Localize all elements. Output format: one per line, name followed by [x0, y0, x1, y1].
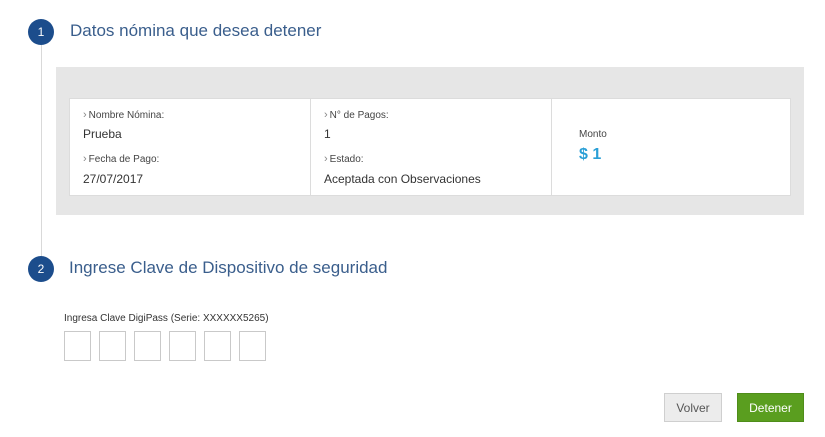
- nombre-nomina-value: Prueba: [83, 127, 122, 141]
- summary-column-name-date: › Nombre Nómina: Prueba › Fecha de Pago:…: [70, 99, 311, 195]
- chevron-right-icon: ›: [324, 153, 328, 165]
- digipass-digit-4[interactable]: [169, 331, 196, 361]
- chevron-right-icon: ›: [83, 109, 87, 121]
- chevron-right-icon: ›: [83, 153, 87, 165]
- digipass-label: Ingresa Clave DigiPass (Serie: XXXXXX526…: [64, 313, 269, 324]
- step-1-badge: 1: [28, 19, 54, 45]
- num-pagos-label-row: › N° de Pagos:: [324, 109, 389, 122]
- step-2-badge: 2: [28, 256, 54, 282]
- monto-label: Monto: [579, 129, 607, 140]
- summary-column-amount: Monto $ 1: [552, 99, 790, 195]
- nombre-nomina-label: Nombre Nómina:: [88, 110, 165, 121]
- estado-value: Aceptada con Observaciones: [324, 172, 481, 186]
- estado-label: Estado:: [329, 154, 364, 165]
- fecha-pago-value: 27/07/2017: [83, 172, 144, 186]
- detener-button[interactable]: Detener: [737, 393, 804, 422]
- monto-value: $ 1: [579, 146, 602, 163]
- fecha-pago-label: Fecha de Pago:: [88, 154, 160, 165]
- nombre-nomina-label-row: › Nombre Nómina:: [83, 109, 165, 122]
- payroll-summary-card: › Nombre Nómina: Prueba › Fecha de Pago:…: [69, 98, 791, 196]
- summary-column-payments-status: › N° de Pagos: 1 › Estado: Aceptada con …: [311, 99, 552, 195]
- chevron-right-icon: ›: [324, 109, 328, 121]
- digipass-digit-1[interactable]: [64, 331, 91, 361]
- num-pagos-label: N° de Pagos:: [329, 110, 389, 121]
- fecha-pago-label-row: › Fecha de Pago:: [83, 153, 160, 166]
- num-pagos-value: 1: [324, 127, 331, 141]
- digipass-digit-6[interactable]: [239, 331, 266, 361]
- step-1-title: Datos nómina que desea detener: [70, 21, 322, 40]
- payroll-summary-panel: › Nombre Nómina: Prueba › Fecha de Pago:…: [56, 67, 804, 215]
- digipass-digit-5[interactable]: [204, 331, 231, 361]
- digipass-digit-3[interactable]: [134, 331, 161, 361]
- step-2-title: Ingrese Clave de Dispositivo de segurida…: [69, 258, 388, 277]
- estado-label-row: › Estado:: [324, 153, 364, 166]
- digipass-digit-2[interactable]: [99, 331, 126, 361]
- volver-button[interactable]: Volver: [664, 393, 722, 422]
- digipass-code-inputs: [64, 331, 266, 361]
- timeline-connector: [41, 42, 42, 258]
